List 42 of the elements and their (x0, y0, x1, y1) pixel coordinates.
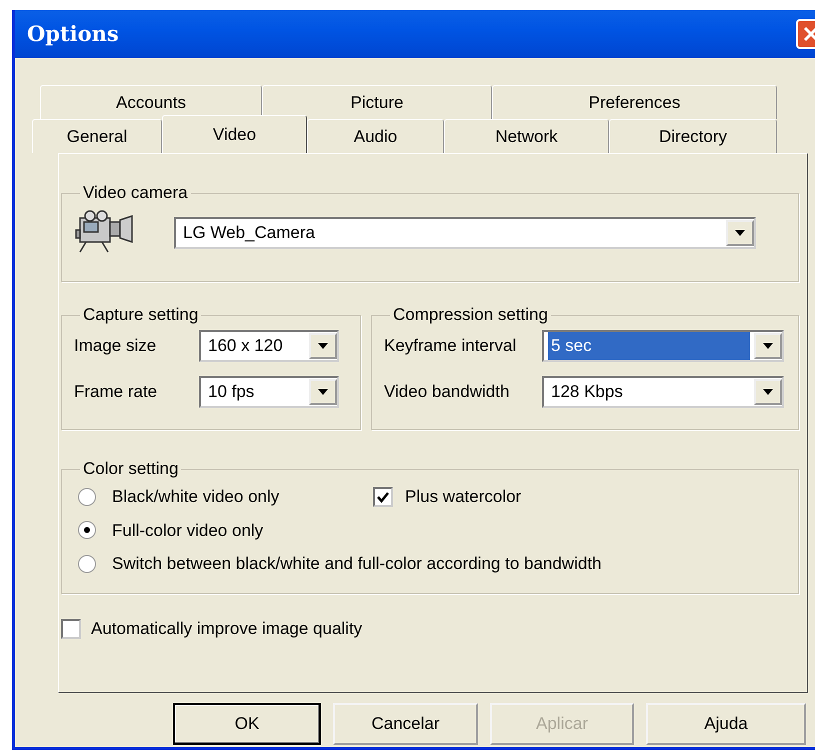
group-title: Video camera (82, 182, 189, 204)
caret-icon (762, 388, 774, 396)
field-label: Image size (74, 335, 158, 358)
dropdown[interactable]: 10 fps (199, 376, 339, 408)
radio-button[interactable] (78, 554, 96, 573)
dropdown[interactable]: 160 x 120 (199, 330, 339, 362)
dialog-button[interactable]: OK (173, 703, 321, 745)
group-title: Capture setting (82, 304, 200, 326)
field-label: Video bandwidth (384, 381, 510, 404)
dialog-button[interactable]: Ajuda (646, 703, 806, 745)
group-title: Compression setting (392, 304, 549, 326)
caret-icon (762, 342, 774, 350)
dropdown[interactable]: 5 sec (542, 330, 784, 362)
option-label: Full-color video only (112, 520, 264, 542)
radio-button[interactable] (78, 521, 96, 540)
checkbox[interactable] (373, 486, 393, 507)
checkbox-label: Automatically improve image quality (91, 618, 362, 640)
caret-icon (734, 229, 746, 237)
option-label: Plus watercolor (405, 486, 522, 508)
field-label: Frame rate (74, 381, 158, 404)
option-label: Black/white video only (112, 486, 280, 508)
camera-dropdown[interactable]: LG Web_Camera (174, 217, 756, 249)
checkmark-icon (376, 490, 390, 504)
tab[interactable]: Picture (262, 85, 492, 119)
checkbox[interactable] (61, 618, 81, 639)
radio-button[interactable] (78, 488, 96, 506)
tab[interactable]: Video (162, 115, 307, 153)
option-label: Switch between black/white and full-color according to bandwidth (112, 553, 602, 575)
tab[interactable]: Audio (307, 119, 444, 153)
close-icon (802, 25, 815, 43)
tab[interactable]: Directory (609, 119, 777, 153)
window-title: Options (27, 20, 119, 48)
tab[interactable]: General (32, 119, 162, 153)
caret-icon (317, 388, 329, 396)
group-title: Color setting (82, 458, 180, 480)
tab[interactable]: Accounts (40, 85, 262, 119)
caret-icon (317, 342, 329, 350)
tab[interactable]: Preferences (492, 85, 777, 119)
dropdown[interactable]: 128 Kbps (542, 376, 784, 408)
dialog-button[interactable]: Cancelar (333, 703, 478, 745)
tab[interactable]: Network (444, 119, 609, 153)
field-label: Keyframe interval (384, 335, 518, 358)
